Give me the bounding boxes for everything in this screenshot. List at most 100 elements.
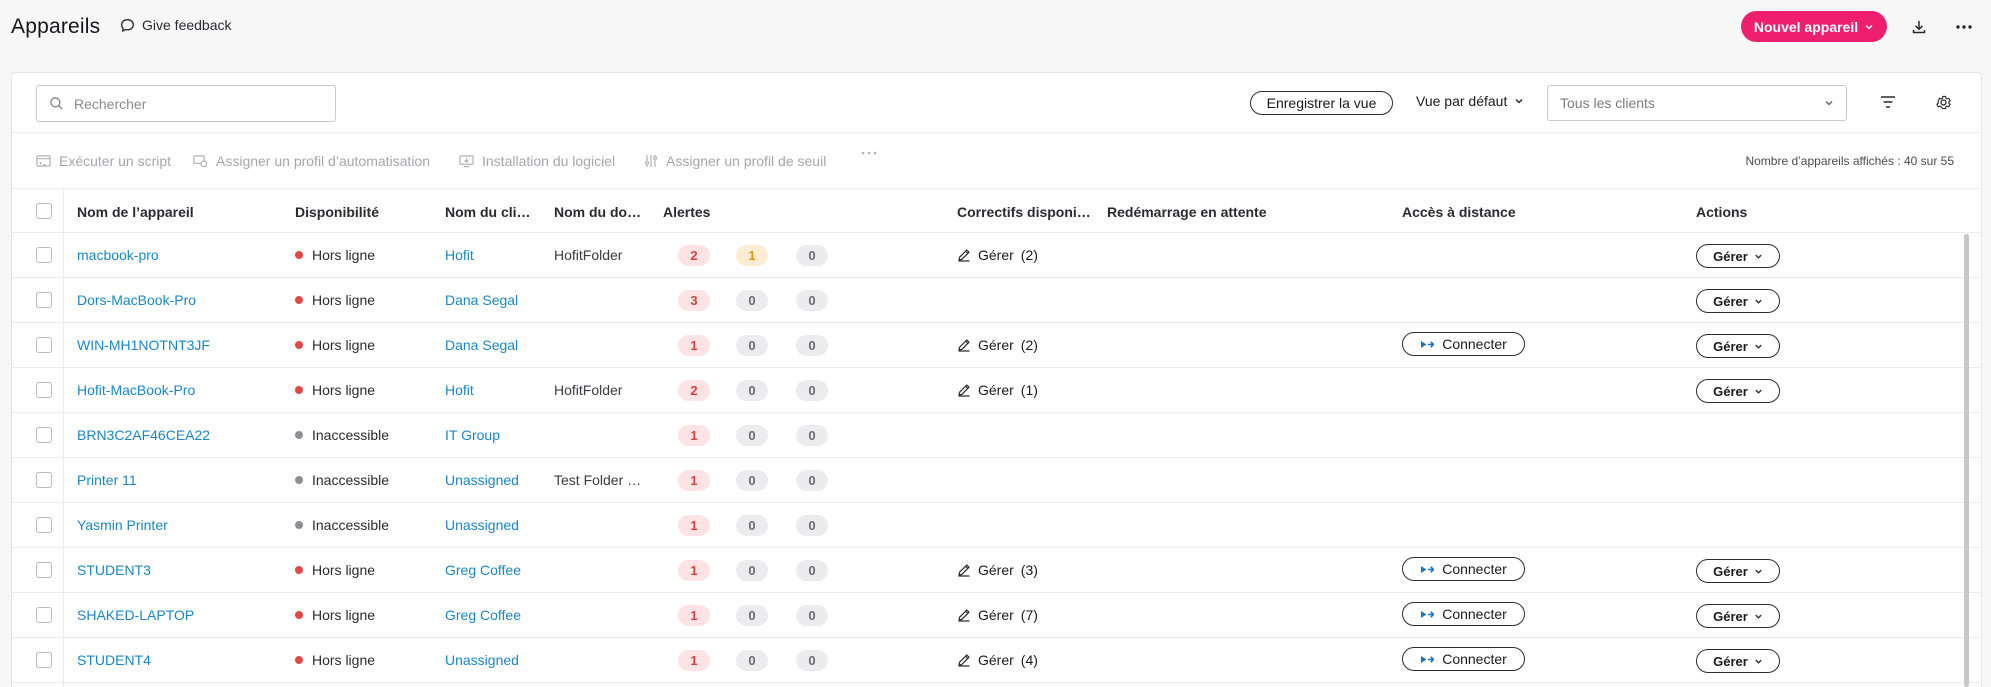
alert-info-badge[interactable]: 0 bbox=[796, 470, 828, 491]
alert-critical-badge[interactable]: 1 bbox=[678, 560, 710, 581]
column-header-actions[interactable]: Actions bbox=[1696, 204, 1747, 220]
connect-button[interactable]: Connecter bbox=[1402, 332, 1525, 356]
connect-button[interactable]: Connecter bbox=[1402, 557, 1525, 581]
device-name-link[interactable]: BRN3C2AF46CEA22 bbox=[77, 427, 210, 443]
connect-button[interactable]: Connecter bbox=[1402, 647, 1525, 671]
alert-info-badge[interactable]: 0 bbox=[796, 245, 828, 266]
alert-info-badge[interactable]: 0 bbox=[796, 560, 828, 581]
column-header-reboot[interactable]: Redémarrage en attente bbox=[1107, 204, 1267, 220]
new-device-button[interactable]: Nouvel appareil bbox=[1741, 11, 1887, 42]
device-name-link[interactable]: WIN-MH1NOTNT3JF bbox=[77, 337, 210, 353]
device-name-link[interactable]: Hofit-MacBook-Pro bbox=[77, 382, 195, 398]
row-checkbox[interactable] bbox=[36, 292, 52, 308]
search-box[interactable] bbox=[36, 85, 336, 122]
alert-info-badge[interactable]: 0 bbox=[796, 425, 828, 446]
connect-button[interactable]: Connecter bbox=[1402, 602, 1525, 626]
column-header-domain[interactable]: Nom du do… bbox=[554, 204, 641, 220]
view-selector[interactable]: Vue par défaut bbox=[1416, 93, 1524, 109]
install-software-action[interactable]: Installation du logiciel bbox=[459, 153, 615, 169]
search-input[interactable] bbox=[74, 95, 314, 112]
patches-manage-link[interactable]: Gérer (3) bbox=[957, 562, 1038, 578]
assign-threshold-action[interactable]: Assigner un profil de seuil bbox=[644, 153, 826, 169]
patches-manage-link[interactable]: Gérer (2) bbox=[957, 247, 1038, 263]
row-checkbox[interactable] bbox=[36, 562, 52, 578]
client-name-link[interactable]: Unassigned bbox=[445, 652, 519, 668]
row-checkbox[interactable] bbox=[36, 472, 52, 488]
row-checkbox[interactable] bbox=[36, 652, 52, 668]
alert-critical-badge[interactable]: 2 bbox=[678, 380, 710, 401]
alert-info-badge[interactable]: 0 bbox=[796, 380, 828, 401]
alert-warning-badge[interactable]: 0 bbox=[736, 335, 768, 356]
client-name-link[interactable]: Dana Segal bbox=[445, 292, 518, 308]
row-checkbox[interactable] bbox=[36, 382, 52, 398]
give-feedback-button[interactable]: Give feedback bbox=[120, 17, 232, 33]
settings-button[interactable] bbox=[1929, 88, 1957, 116]
manage-button[interactable]: Gérer bbox=[1696, 244, 1780, 268]
alert-critical-badge[interactable]: 3 bbox=[678, 290, 710, 311]
alert-warning-badge[interactable]: 0 bbox=[736, 515, 768, 536]
alert-critical-badge[interactable]: 1 bbox=[678, 470, 710, 491]
device-name-link[interactable]: Yasmin Printer bbox=[77, 517, 168, 533]
alert-critical-badge[interactable]: 2 bbox=[678, 245, 710, 266]
alert-critical-badge[interactable]: 1 bbox=[678, 650, 710, 671]
alert-info-badge[interactable]: 0 bbox=[796, 335, 828, 356]
device-name-link[interactable]: SHAKED-LAPTOP bbox=[77, 607, 194, 623]
alert-warning-badge[interactable]: 0 bbox=[736, 605, 768, 626]
alert-critical-badge[interactable]: 1 bbox=[678, 605, 710, 626]
more-options-button[interactable] bbox=[1951, 14, 1977, 40]
client-name-link[interactable]: Hofit bbox=[445, 247, 474, 263]
column-header-patches[interactable]: Correctifs disponi… bbox=[957, 204, 1091, 220]
device-name-link[interactable]: Dors-MacBook-Pro bbox=[77, 292, 196, 308]
manage-button[interactable]: Gérer bbox=[1696, 334, 1780, 358]
save-view-button[interactable]: Enregistrer la vue bbox=[1250, 91, 1393, 115]
alert-critical-badge[interactable]: 1 bbox=[678, 425, 710, 446]
device-name-link[interactable]: Printer 11 bbox=[77, 472, 137, 488]
column-header-availability[interactable]: Disponibilité bbox=[295, 204, 379, 220]
device-name-link[interactable]: macbook-pro bbox=[77, 247, 159, 263]
column-header-name[interactable]: Nom de l’appareil bbox=[77, 204, 194, 220]
alert-warning-badge[interactable]: 0 bbox=[736, 560, 768, 581]
vertical-scrollbar[interactable] bbox=[1964, 234, 1969, 687]
manage-button[interactable]: Gérer bbox=[1696, 649, 1780, 673]
column-header-remote[interactable]: Accès à distance bbox=[1402, 204, 1516, 220]
client-name-link[interactable]: Hofit bbox=[445, 382, 474, 398]
row-checkbox[interactable] bbox=[36, 427, 52, 443]
alert-critical-badge[interactable]: 1 bbox=[678, 335, 710, 356]
alert-warning-badge[interactable]: 0 bbox=[736, 425, 768, 446]
alert-critical-badge[interactable]: 1 bbox=[678, 515, 710, 536]
manage-button[interactable]: Gérer bbox=[1696, 604, 1780, 628]
manage-button[interactable]: Gérer bbox=[1696, 289, 1780, 313]
patches-manage-link[interactable]: Gérer (2) bbox=[957, 337, 1038, 353]
patches-manage-link[interactable]: Gérer (4) bbox=[957, 652, 1038, 668]
row-checkbox[interactable] bbox=[36, 337, 52, 353]
alert-info-badge[interactable]: 0 bbox=[796, 605, 828, 626]
device-name-link[interactable]: STUDENT4 bbox=[77, 652, 151, 668]
alert-warning-badge[interactable]: 1 bbox=[736, 245, 768, 266]
client-name-link[interactable]: Greg Coffee bbox=[445, 562, 521, 578]
clients-select[interactable]: Tous les clients bbox=[1547, 85, 1847, 121]
client-name-link[interactable]: Dana Segal bbox=[445, 337, 518, 353]
column-header-client[interactable]: Nom du cli… bbox=[445, 204, 531, 220]
alert-warning-badge[interactable]: 0 bbox=[736, 470, 768, 491]
manage-button[interactable]: Gérer bbox=[1696, 559, 1780, 583]
assign-automation-action[interactable]: Assigner un profil d’automatisation bbox=[193, 153, 430, 169]
client-name-link[interactable]: Unassigned bbox=[445, 517, 519, 533]
device-name-link[interactable]: STUDENT3 bbox=[77, 562, 151, 578]
download-button[interactable] bbox=[1906, 14, 1932, 40]
alert-info-badge[interactable]: 0 bbox=[796, 515, 828, 536]
row-checkbox[interactable] bbox=[36, 517, 52, 533]
run-script-action[interactable]: Exécuter un script bbox=[36, 153, 171, 169]
select-all-checkbox[interactable] bbox=[36, 203, 52, 219]
more-actions-button[interactable] bbox=[860, 150, 878, 156]
alert-warning-badge[interactable]: 0 bbox=[736, 290, 768, 311]
row-checkbox[interactable] bbox=[36, 607, 52, 623]
patches-manage-link[interactable]: Gérer (7) bbox=[957, 607, 1038, 623]
manage-button[interactable]: Gérer bbox=[1696, 379, 1780, 403]
patches-manage-link[interactable]: Gérer (1) bbox=[957, 382, 1038, 398]
alert-info-badge[interactable]: 0 bbox=[796, 650, 828, 671]
filter-button[interactable] bbox=[1874, 88, 1902, 116]
alert-warning-badge[interactable]: 0 bbox=[736, 650, 768, 671]
alert-info-badge[interactable]: 0 bbox=[796, 290, 828, 311]
client-name-link[interactable]: IT Group bbox=[445, 427, 500, 443]
row-checkbox[interactable] bbox=[36, 247, 52, 263]
